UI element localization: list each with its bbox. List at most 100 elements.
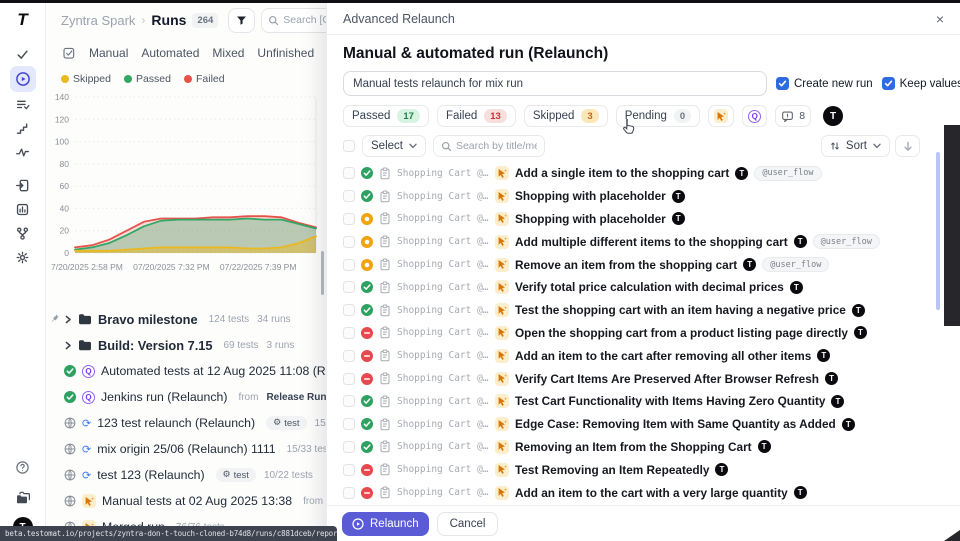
tree-run-row[interactable]: ⟳test 123 (Relaunch)⚙test10/22 tests <box>47 462 326 488</box>
sidebar-item-activity[interactable] <box>11 140 35 164</box>
tree-item-name[interactable]: Manual tests at 02 Aug 2025 13:38 <box>102 494 292 508</box>
chevron-right-icon[interactable] <box>64 341 72 350</box>
tree-run-row[interactable]: ⟳123 test relaunch (Relaunch)⚙test15/23 … <box>47 410 326 436</box>
row-checkbox[interactable] <box>343 304 355 316</box>
tab-mixed[interactable]: Mixed <box>212 46 244 60</box>
breadcrumb-page[interactable]: Runs <box>151 12 186 28</box>
test-title[interactable]: Add a single item to the shopping cart <box>515 166 729 180</box>
tree-item-name[interactable]: test 123 (Relaunch) <box>97 468 204 482</box>
tree-item-name[interactable]: Build: Version 7.15 <box>98 338 213 353</box>
test-row[interactable]: Shopping Cart @…Open the shopping cart f… <box>327 322 960 345</box>
sidebar-item-import[interactable] <box>11 173 35 197</box>
row-checkbox[interactable] <box>343 281 355 293</box>
tree-item-name[interactable]: mix origin 25/06 (Relaunch) 1111 <box>97 442 275 456</box>
tab-unfinished[interactable]: Unfinished <box>257 46 314 60</box>
test-title[interactable]: Edge Case: Removing Item with Same Quant… <box>515 417 836 431</box>
row-checkbox[interactable] <box>343 190 355 202</box>
tree-run-row[interactable]: ⟳mix origin 25/06 (Relaunch) 111115/33 t… <box>47 436 326 462</box>
scroll-down-button[interactable] <box>895 135 920 157</box>
main-scrollbar[interactable] <box>321 251 324 295</box>
test-row[interactable]: Shopping Cart @…Test Cart Functionality … <box>327 390 960 413</box>
legend-item-skipped[interactable]: Skipped <box>61 73 111 85</box>
select-dropdown[interactable]: Select <box>362 135 426 157</box>
test-title[interactable]: Test Removing an Item Repeatedly <box>515 463 709 477</box>
test-row[interactable]: Shopping Cart @…Removing an Item from th… <box>327 436 960 459</box>
tab-automated[interactable]: Automated <box>141 46 199 60</box>
row-checkbox[interactable] <box>343 418 355 430</box>
tree-run-row[interactable]: QAutomated tests at 12 Aug 2025 11:08 (R… <box>47 358 326 384</box>
test-title[interactable]: Add an item to the cart with a very larg… <box>515 486 788 500</box>
create-new-run-option[interactable]: Create new run <box>776 77 873 90</box>
help-button[interactable] <box>11 455 35 479</box>
relaunch-button[interactable]: Relaunch <box>342 512 429 536</box>
run-name-input[interactable] <box>343 71 767 96</box>
projects-button[interactable] <box>11 486 35 510</box>
filter-failed-button[interactable]: Failed13 <box>437 105 516 127</box>
filter-pending-button[interactable]: Pending0 <box>616 105 701 127</box>
test-title[interactable]: Verify Cart Items Are Preserved After Br… <box>515 372 819 386</box>
row-checkbox[interactable] <box>343 487 355 499</box>
test-title[interactable]: Removing an Item from the Shopping Cart <box>515 440 752 454</box>
breadcrumb-project[interactable]: Zyntra Spark <box>61 13 135 28</box>
sidebar-item-reports[interactable] <box>11 197 35 221</box>
close-icon[interactable]: × <box>936 12 944 26</box>
test-row[interactable]: Shopping Cart @…Edge Case: Removing Item… <box>327 413 960 436</box>
checkbox-checked-icon[interactable] <box>882 77 895 90</box>
test-row[interactable]: Shopping Cart @…Shopping with placeholde… <box>327 208 960 231</box>
tree-run-row[interactable]: Manual tests at 02 Aug 2025 13:38fromCus… <box>47 488 326 514</box>
test-title[interactable]: Add multiple different items to the shop… <box>515 235 788 249</box>
tag-pill[interactable]: @user_flow <box>813 234 880 249</box>
tree-run-row[interactable]: QJenkins run (Relaunch)fromRelease Run 1… <box>47 384 326 410</box>
search-box[interactable]: Search [C × <box>261 8 326 33</box>
test-title[interactable]: Remove an item from the shopping cart <box>515 258 737 272</box>
tree-item-name[interactable]: Jenkins run (Relaunch) <box>101 390 227 404</box>
test-title[interactable]: Shopping with placeholder <box>515 212 666 226</box>
test-title[interactable]: Add an item to the cart after removing a… <box>515 349 811 363</box>
automated-filter-button[interactable]: Q <box>742 105 767 127</box>
tag-pill[interactable]: @user_flow <box>754 166 821 181</box>
sidebar-item-settings[interactable] <box>11 245 35 269</box>
keep-values-option[interactable]: Keep values ? <box>882 77 960 90</box>
test-row[interactable]: Shopping Cart @…Remove an item from the … <box>327 253 960 276</box>
filter-skipped-button[interactable]: Skipped3 <box>524 105 608 127</box>
cancel-button[interactable]: Cancel <box>437 512 499 536</box>
assignee-filter-avatar[interactable]: T <box>823 106 843 126</box>
select-all-checkbox[interactable] <box>343 140 355 152</box>
test-row[interactable]: Shopping Cart @…Verify Cart Items Are Pr… <box>327 367 960 390</box>
filter-button[interactable] <box>228 8 255 33</box>
row-checkbox[interactable] <box>343 213 355 225</box>
test-title[interactable]: Test the shopping cart with an item havi… <box>515 303 846 317</box>
sidebar-item-checklists[interactable] <box>11 92 35 116</box>
sort-dropdown[interactable]: Sort <box>821 135 890 157</box>
row-checkbox[interactable] <box>343 327 355 339</box>
test-row[interactable]: Shopping Cart @…Add an item to the cart … <box>327 481 960 504</box>
test-title[interactable]: Shopping with placeholder <box>515 189 666 203</box>
tree-item-name[interactable]: 123 test relaunch (Relaunch) <box>97 416 255 430</box>
comments-filter-button[interactable]: 8 <box>775 105 811 127</box>
row-checkbox[interactable] <box>343 395 355 407</box>
test-title[interactable]: Open the shopping cart from a product li… <box>515 326 848 340</box>
row-checkbox[interactable] <box>343 464 355 476</box>
test-row[interactable]: Shopping Cart @…Shopping with placeholde… <box>327 185 960 208</box>
row-checkbox[interactable] <box>343 441 355 453</box>
app-logo[interactable]: T <box>17 10 27 30</box>
tree-folder-row[interactable]: Bravo milestone124 tests34 runs <box>47 306 326 332</box>
tree-folder-row[interactable]: Build: Version 7.1569 tests3 runs <box>47 332 326 358</box>
test-row[interactable]: Shopping Cart @…Add an item to the cart … <box>327 344 960 367</box>
legend-item-failed[interactable]: Failed <box>184 73 225 85</box>
test-title[interactable]: Verify total price calculation with deci… <box>515 280 784 294</box>
test-row[interactable]: Shopping Cart @…Verify total price calcu… <box>327 276 960 299</box>
chevron-right-icon[interactable] <box>64 315 72 324</box>
tab-manual[interactable]: Manual <box>89 46 128 60</box>
list-scrollbar[interactable] <box>936 152 940 310</box>
manual-filter-button[interactable] <box>708 105 734 127</box>
sidebar-item-branches[interactable] <box>11 221 35 245</box>
test-search-input[interactable]: Search by title/messag <box>433 135 545 157</box>
checkbox-checked-icon[interactable] <box>776 77 789 90</box>
row-checkbox[interactable] <box>343 373 355 385</box>
sidebar-item-tests[interactable] <box>11 42 35 66</box>
tree-item-name[interactable]: Bravo milestone <box>98 312 198 327</box>
test-row[interactable]: Shopping Cart @…Test the shopping cart w… <box>327 299 960 322</box>
row-checkbox[interactable] <box>343 236 355 248</box>
tag-pill[interactable]: @user_flow <box>762 257 829 272</box>
